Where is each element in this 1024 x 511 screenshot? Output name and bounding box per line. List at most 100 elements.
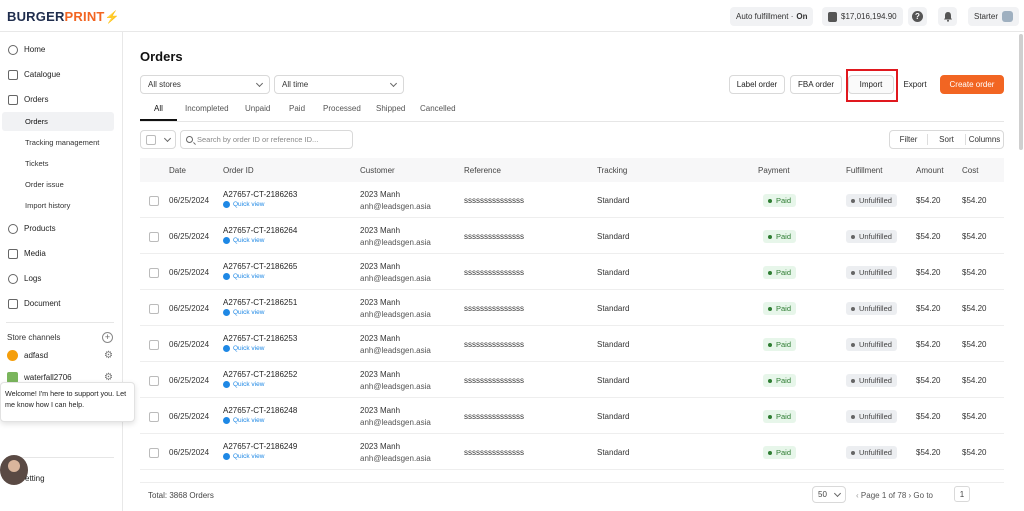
sidebar-subitem-tracking-management[interactable]: Tracking management <box>2 133 114 152</box>
order-date: 06/25/2024 <box>169 232 210 241</box>
row-checkbox[interactable] <box>149 304 159 314</box>
order-id-link[interactable]: A27657-CT-2186252 <box>223 370 297 379</box>
column-header-customer[interactable]: Customer <box>360 166 395 175</box>
sidebar-label: Media <box>24 249 46 258</box>
table-row[interactable]: 06/25/2024 A27657-CT-2186263 Quick view 202… <box>140 182 1004 218</box>
quick-view-link[interactable]: Quick view <box>223 417 264 424</box>
column-header-date[interactable]: Date <box>169 166 186 175</box>
next-page-icon[interactable]: › <box>909 491 912 500</box>
sidebar-item-media[interactable]: Media <box>0 244 123 263</box>
sidebar-subitem-import-history[interactable]: Import history <box>2 196 114 215</box>
sort-button[interactable]: Sort <box>928 135 965 144</box>
quick-view-link[interactable]: Quick view <box>223 273 264 280</box>
payment-status-badge: Paid <box>763 446 797 459</box>
row-checkbox[interactable] <box>149 448 159 458</box>
sidebar-item-document[interactable]: Document <box>0 294 123 313</box>
column-header-reference[interactable]: Reference <box>464 166 501 175</box>
page-size-select[interactable]: 50 <box>812 486 846 503</box>
table-row[interactable]: 06/25/2024 A27657-CT-2186264 Quick view 202… <box>140 218 1004 254</box>
auto-fulfillment-toggle[interactable]: Auto fulfillment · On <box>730 7 814 26</box>
reference-value: sssssssssssssss <box>464 412 524 421</box>
sidebar-item-logs[interactable]: Logs <box>0 269 123 288</box>
label-order-button[interactable]: Label order <box>729 75 785 94</box>
status-dot <box>768 306 772 311</box>
bulk-select-dropdown[interactable] <box>140 130 176 149</box>
order-id-link[interactable]: A27657-CT-2186249 <box>223 442 297 451</box>
row-checkbox[interactable] <box>149 376 159 386</box>
order-id-link[interactable]: A27657-CT-2186253 <box>223 334 297 343</box>
support-chat-avatar[interactable] <box>0 455 28 485</box>
table-row[interactable]: 06/25/2024 A27657-CT-2186248 Quick view 202… <box>140 398 1004 434</box>
tab-incompleted[interactable]: Incompleted <box>185 104 229 113</box>
account-menu[interactable]: Starter <box>968 7 1020 26</box>
row-checkbox[interactable] <box>149 232 159 242</box>
table-row[interactable]: 06/25/2024 A27657-CT-2186249 Quick view 202… <box>140 434 1004 470</box>
fba-order-button[interactable]: FBA order <box>790 75 842 94</box>
gear-icon[interactable]: ⚙ <box>104 350 113 361</box>
filter-button[interactable]: Filter <box>890 135 927 144</box>
stores-select[interactable]: All stores <box>140 75 270 94</box>
pagination-info: ‹ Page 1 of 78 › Go to <box>856 491 933 500</box>
help-button[interactable]: ? <box>908 7 927 26</box>
order-id-link[interactable]: A27657-CT-2186263 <box>223 190 297 199</box>
export-button[interactable]: Export <box>897 75 933 94</box>
tab-shipped[interactable]: Shipped <box>376 104 405 113</box>
quick-view-link[interactable]: Quick view <box>223 237 264 244</box>
tab-cancelled[interactable]: Cancelled <box>420 104 456 113</box>
tab-all[interactable]: All <box>154 104 163 113</box>
customer-email: anh@leadsgen.asia <box>360 418 431 427</box>
row-checkbox[interactable] <box>149 196 159 206</box>
sidebar-subitem-orders[interactable]: Orders <box>2 112 114 131</box>
quick-view-link[interactable]: Quick view <box>223 309 264 316</box>
tab-unpaid[interactable]: Unpaid <box>245 104 270 113</box>
sidebar-subitem-order-issue[interactable]: Order issue <box>2 175 114 194</box>
goto-page-input[interactable]: 1 <box>954 486 970 502</box>
quick-view-link[interactable]: Quick view <box>223 381 264 388</box>
column-header-cost[interactable]: Cost <box>962 166 978 175</box>
column-header-fulfillment[interactable]: Fulfillment <box>846 166 882 175</box>
table-row[interactable]: 06/25/2024 A27657-CT-2186265 Quick view 202… <box>140 254 1004 290</box>
sidebar-item-products[interactable]: Products <box>0 219 123 238</box>
quick-view-link[interactable]: Quick view <box>223 345 264 352</box>
add-store-icon[interactable]: + <box>102 332 113 343</box>
balance-pill[interactable]: $17,016,194.90 <box>822 7 903 26</box>
column-header-tracking[interactable]: Tracking <box>597 166 627 175</box>
tab-paid[interactable]: Paid <box>289 104 305 113</box>
sidebar-item-orders[interactable]: Orders <box>0 90 123 109</box>
column-header-amount[interactable]: Amount <box>916 166 944 175</box>
page-scrollbar[interactable] <box>1019 34 1023 150</box>
search-input[interactable] <box>197 135 347 144</box>
status-tabs: All Incompleted Unpaid Paid Processed Sh… <box>140 100 1004 122</box>
store-item[interactable]: adfasd ⚙ <box>7 350 113 361</box>
columns-button[interactable]: Columns <box>966 135 1003 144</box>
brand-logo[interactable]: BURGERPRINT⚡ <box>7 9 120 24</box>
row-checkbox[interactable] <box>149 412 159 422</box>
row-checkbox[interactable] <box>149 340 159 350</box>
sidebar-item-home[interactable]: Home <box>0 40 123 59</box>
column-header-payment[interactable]: Payment <box>758 166 790 175</box>
quick-view-link[interactable]: Quick view <box>223 201 264 208</box>
quick-view-link[interactable]: Quick view <box>223 453 264 460</box>
column-header-order-id[interactable]: Order ID <box>223 166 254 175</box>
order-id-link[interactable]: A27657-CT-2186264 <box>223 226 297 235</box>
table-row[interactable]: 06/25/2024 A27657-CT-2186253 Quick view 202… <box>140 326 1004 362</box>
time-select[interactable]: All time <box>274 75 404 94</box>
sidebar-item-setting[interactable]: etting <box>25 474 45 483</box>
select-all-checkbox[interactable] <box>146 134 156 145</box>
search-box[interactable] <box>180 130 353 149</box>
eye-icon <box>223 309 230 316</box>
notifications-button[interactable] <box>938 7 957 26</box>
tab-processed[interactable]: Processed <box>323 104 361 113</box>
sidebar-item-catalogue[interactable]: Catalogue <box>0 65 123 84</box>
order-id-link[interactable]: A27657-CT-2186251 <box>223 298 297 307</box>
fulfillment-status-label: Unfulfilled <box>859 196 892 205</box>
prev-page-icon[interactable]: ‹ <box>856 491 859 500</box>
create-order-button[interactable]: Create order <box>940 75 1004 94</box>
sidebar-subitem-tickets[interactable]: Tickets <box>2 154 114 173</box>
sidebar-label: Home <box>24 45 46 54</box>
row-checkbox[interactable] <box>149 268 159 278</box>
order-id-link[interactable]: A27657-CT-2186265 <box>223 262 297 271</box>
table-row[interactable]: 06/25/2024 A27657-CT-2186251 Quick view 202… <box>140 290 1004 326</box>
table-row[interactable]: 06/25/2024 A27657-CT-2186252 Quick view 202… <box>140 362 1004 398</box>
order-id-link[interactable]: A27657-CT-2186248 <box>223 406 297 415</box>
